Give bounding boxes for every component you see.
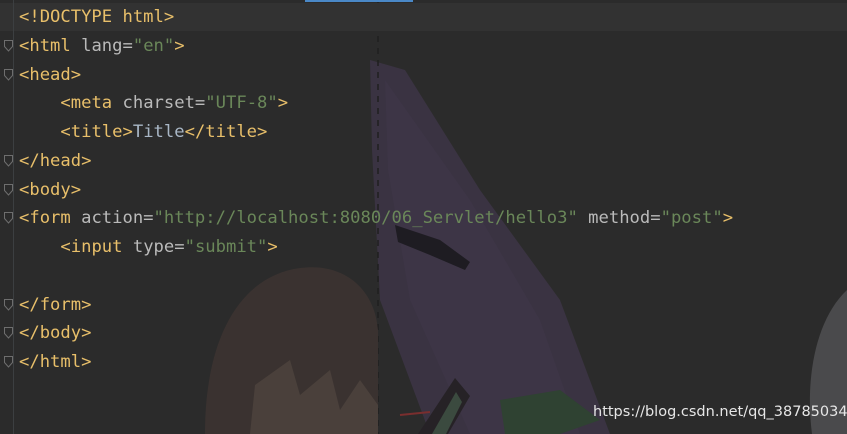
code-line[interactable]: <form action="http://localhost:8080/06_S… bbox=[4, 204, 734, 233]
code-token: <title> bbox=[60, 122, 133, 142]
code-token: </head> bbox=[19, 150, 92, 171]
code-line[interactable]: </body> bbox=[4, 319, 733, 348]
code-line[interactable]: <input type="submit"> bbox=[19, 233, 733, 262]
code-token: > bbox=[174, 35, 185, 56]
code-token: "en" bbox=[132, 35, 175, 56]
code-token: <meta bbox=[60, 93, 123, 114]
code-token: Title bbox=[132, 122, 185, 142]
code-editor[interactable]: <!DOCTYPE html> <html lang="en"> <head> <m… bbox=[0, 0, 847, 434]
fold-marker-icon[interactable] bbox=[4, 327, 13, 340]
code-line[interactable]: </head> bbox=[4, 147, 733, 176]
code-token: > bbox=[267, 237, 278, 257]
code-token: charset= bbox=[122, 93, 206, 114]
code-line[interactable] bbox=[19, 262, 733, 291]
code-line[interactable]: <title>Title</title> bbox=[19, 118, 733, 147]
fold-marker-icon[interactable] bbox=[4, 183, 13, 196]
code-token: "submit" bbox=[184, 237, 268, 257]
fold-marker-icon[interactable] bbox=[4, 356, 13, 368]
code-token: <head> bbox=[19, 64, 82, 85]
code-token: <!DOCTYPE html> bbox=[19, 7, 175, 27]
code-token: <html bbox=[19, 35, 82, 56]
code-token: </form> bbox=[19, 294, 92, 315]
code-area[interactable]: <!DOCTYPE html> <html lang="en"> <head> <m… bbox=[4, 3, 734, 377]
code-token: "http://localhost:8080/06_Servlet/hello3… bbox=[153, 208, 578, 229]
code-token: "UTF-8" bbox=[205, 93, 278, 114]
code-token: > bbox=[722, 208, 734, 229]
code-token: <form bbox=[19, 208, 82, 229]
code-token: </title> bbox=[184, 122, 268, 142]
fold-marker-icon[interactable] bbox=[4, 154, 13, 167]
code-token: > bbox=[277, 93, 289, 114]
code-token: </html> bbox=[19, 352, 92, 372]
code-token: <body> bbox=[19, 179, 82, 200]
active-tab-indicator bbox=[305, 0, 413, 2]
fold-marker-icon[interactable] bbox=[4, 39, 13, 52]
code-token: </body> bbox=[19, 323, 92, 344]
fold-marker-icon[interactable] bbox=[4, 212, 13, 225]
code-line[interactable]: </form> bbox=[4, 291, 733, 320]
code-line[interactable]: <html lang="en"> bbox=[4, 32, 733, 61]
fold-marker-icon[interactable] bbox=[4, 298, 13, 311]
code-token: method= bbox=[577, 208, 661, 229]
code-line[interactable]: <meta charset="UTF-8"> bbox=[19, 89, 733, 118]
fold-marker-icon[interactable] bbox=[4, 68, 13, 81]
code-token: <input bbox=[60, 237, 133, 257]
code-line[interactable]: <!DOCTYPE html> bbox=[19, 3, 733, 32]
code-token: lang= bbox=[81, 35, 133, 56]
code-token: "post" bbox=[660, 208, 723, 229]
code-token: action= bbox=[81, 208, 154, 229]
code-line[interactable]: <head> bbox=[4, 61, 733, 90]
watermark: https://blog.csdn.net/qq_38785034 bbox=[593, 404, 847, 420]
code-line[interactable]: <body> bbox=[4, 176, 733, 205]
code-token: type= bbox=[132, 237, 185, 257]
code-line[interactable]: </html> bbox=[4, 348, 733, 377]
gutter bbox=[13, 0, 14, 434]
